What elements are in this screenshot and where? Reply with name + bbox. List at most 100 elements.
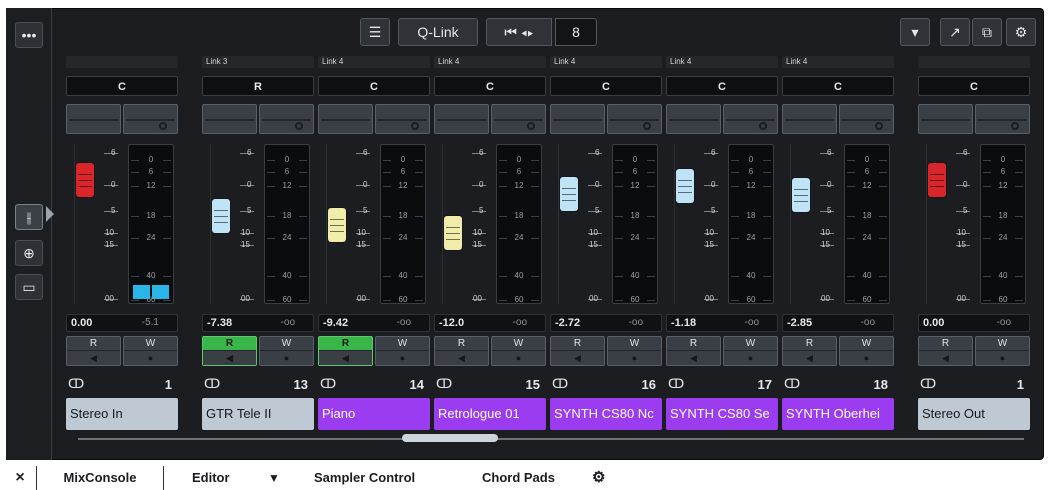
write-button[interactable]: W ● xyxy=(259,336,314,366)
chevron-down-icon[interactable]: ▼ xyxy=(268,466,280,490)
fader-handle[interactable] xyxy=(928,163,946,197)
read-button[interactable]: R ◀ xyxy=(918,336,973,366)
write-button[interactable]: W ● xyxy=(607,336,662,366)
settings-icon[interactable]: ⚙ xyxy=(1006,18,1036,46)
dropdown-icon[interactable]: ▾ xyxy=(900,18,930,46)
qlink-button[interactable]: Q-Link xyxy=(398,18,478,46)
fader-track[interactable]: 6 0 5 10 15 00 xyxy=(790,144,840,304)
link-indicator[interactable] xyxy=(66,56,178,68)
send-slot[interactable] xyxy=(723,104,778,134)
record-icon[interactable]: ● xyxy=(976,351,1029,365)
insert-slot[interactable] xyxy=(434,104,489,134)
write-button[interactable]: W ● xyxy=(975,336,1030,366)
record-icon[interactable]: ● xyxy=(724,351,777,365)
gear-icon[interactable]: ⚙ xyxy=(592,466,605,490)
routing-icon[interactable]: ⊕ xyxy=(15,240,43,266)
record-icon[interactable]: ● xyxy=(260,351,313,365)
channel-name[interactable]: GTR Tele II xyxy=(202,398,314,430)
volume-readout[interactable]: -2.85 -oo xyxy=(782,314,894,332)
tab-sampler-control[interactable]: Sampler Control xyxy=(314,466,415,490)
record-icon[interactable]: ● xyxy=(492,351,545,365)
link-icon[interactable]: ↀ xyxy=(784,376,800,392)
more-icon[interactable]: ••• xyxy=(15,22,43,48)
insert-slot[interactable] xyxy=(202,104,257,134)
read-button[interactable]: R ◀ xyxy=(202,336,257,366)
channel-count-field[interactable]: 8 xyxy=(555,18,597,46)
send-slot[interactable] xyxy=(839,104,894,134)
fader-handle[interactable] xyxy=(792,177,810,212)
pan-control[interactable]: C xyxy=(666,76,778,96)
link-indicator[interactable]: Link 4 xyxy=(782,56,894,68)
read-button[interactable]: R ◀ xyxy=(318,336,373,366)
send-slot[interactable] xyxy=(491,104,546,134)
read-button[interactable]: R ◀ xyxy=(782,336,837,366)
send-slot[interactable] xyxy=(123,104,178,134)
insert-slot[interactable] xyxy=(918,104,973,134)
volume-readout[interactable]: -2.72 -oo xyxy=(550,314,662,332)
insert-slot[interactable] xyxy=(550,104,605,134)
link-icon[interactable]: ↀ xyxy=(68,376,84,392)
mute-icon[interactable]: ◀ xyxy=(667,351,720,365)
pan-control[interactable]: R xyxy=(202,76,314,96)
close-icon[interactable]: × xyxy=(10,466,30,490)
link-icon[interactable]: ↀ xyxy=(920,376,936,392)
mute-icon[interactable]: ◀ xyxy=(919,351,972,365)
pan-control[interactable]: C xyxy=(550,76,662,96)
link-icon[interactable]: ↀ xyxy=(320,376,336,392)
tab-chord-pads[interactable]: Chord Pads xyxy=(482,466,555,490)
channel-name[interactable]: Stereo Out xyxy=(918,398,1030,430)
insert-slot[interactable] xyxy=(318,104,373,134)
fader-handle[interactable] xyxy=(76,163,94,197)
volume-readout[interactable]: -12.0 -oo xyxy=(434,314,546,332)
pan-control[interactable]: C xyxy=(434,76,546,96)
volume-readout[interactable]: 0.00 -oo xyxy=(918,314,1030,332)
link-icon[interactable]: ↀ xyxy=(552,376,568,392)
mute-icon[interactable]: ◀ xyxy=(435,351,488,365)
send-slot[interactable] xyxy=(607,104,662,134)
volume-readout[interactable]: -9.42 -oo xyxy=(318,314,430,332)
link-indicator[interactable]: Link 4 xyxy=(434,56,546,68)
read-button[interactable]: R ◀ xyxy=(666,336,721,366)
pan-control[interactable]: C xyxy=(318,76,430,96)
channel-name[interactable]: Stereo In xyxy=(66,398,178,430)
read-button[interactable]: R ◀ xyxy=(66,336,121,366)
fader-handle[interactable] xyxy=(444,215,462,250)
mute-icon[interactable]: ◀ xyxy=(783,351,836,365)
link-indicator[interactable]: Link 4 xyxy=(550,56,662,68)
prev-next-icon[interactable]: ⏮ ◂▸ xyxy=(486,18,552,46)
send-slot[interactable] xyxy=(375,104,430,134)
volume-readout[interactable]: 0.00 -5.1 xyxy=(66,314,178,332)
insert-slot[interactable] xyxy=(66,104,121,134)
read-button[interactable]: R ◀ xyxy=(434,336,489,366)
channel-name[interactable]: SYNTH CS80 Se xyxy=(666,398,778,430)
read-button[interactable]: R ◀ xyxy=(550,336,605,366)
mute-icon[interactable]: ◀ xyxy=(551,351,604,365)
link-indicator[interactable] xyxy=(918,56,1030,68)
write-button[interactable]: W ● xyxy=(123,336,178,366)
send-slot[interactable] xyxy=(975,104,1030,134)
mute-icon[interactable]: ◀ xyxy=(203,351,256,365)
channel-name[interactable]: SYNTH CS80 Nc xyxy=(550,398,662,430)
tab-mixconsole[interactable]: MixConsole xyxy=(36,466,164,490)
mute-icon[interactable]: ◀ xyxy=(319,351,372,365)
monitor-icon[interactable]: ▭ xyxy=(15,274,43,300)
fader-handle[interactable] xyxy=(676,169,694,204)
link-indicator[interactable]: Link 3 xyxy=(202,56,314,68)
link-indicator[interactable]: Link 4 xyxy=(318,56,430,68)
insert-slot[interactable] xyxy=(666,104,721,134)
pan-control[interactable]: C xyxy=(918,76,1030,96)
fader-track[interactable]: 6 0 5 10 15 00 xyxy=(674,144,724,304)
zoom-icon[interactable]: ⧉ xyxy=(972,18,1002,46)
horizontal-scroll-thumb[interactable] xyxy=(402,434,498,442)
write-button[interactable]: W ● xyxy=(491,336,546,366)
channel-name[interactable]: SYNTH Oberhei xyxy=(782,398,894,430)
link-icon[interactable]: ↀ xyxy=(668,376,684,392)
record-icon[interactable]: ● xyxy=(124,351,177,365)
export-icon[interactable]: ↗ xyxy=(940,18,970,46)
channel-name[interactable]: Piano xyxy=(318,398,430,430)
horizontal-scroll-track[interactable] xyxy=(78,438,1024,440)
volume-readout[interactable]: -1.18 -oo xyxy=(666,314,778,332)
list-icon[interactable]: ☰ xyxy=(360,18,390,46)
write-button[interactable]: W ● xyxy=(723,336,778,366)
tab-editor[interactable]: Editor xyxy=(192,466,230,490)
